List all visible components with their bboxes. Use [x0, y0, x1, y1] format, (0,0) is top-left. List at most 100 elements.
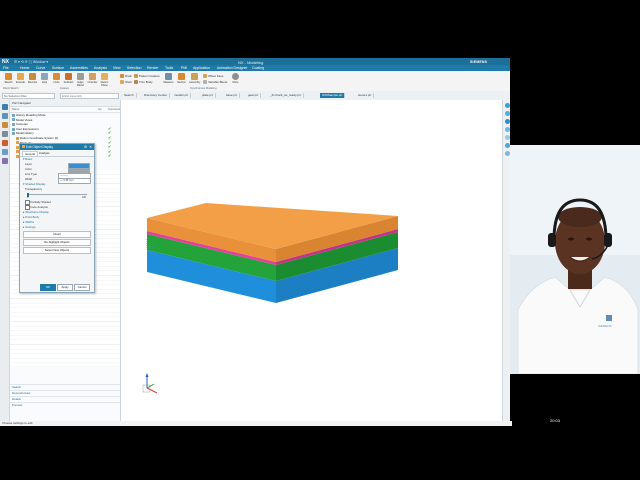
- tab-plate[interactable]: plate.prt: [200, 93, 216, 98]
- column-up[interactable]: Up: [98, 107, 102, 112]
- menu-tools[interactable]: Tools: [165, 66, 173, 70]
- section-icon: [178, 73, 185, 80]
- assembly-navigator-icon[interactable]: [1, 113, 8, 119]
- width-select[interactable]: — 0.35 mm: [58, 177, 91, 184]
- tab-nx9sample[interactable]: NX9Sample.prt: [320, 93, 346, 98]
- tab-fix-block[interactable]: _fix block_as_ready.prt: [268, 93, 304, 98]
- select-new-objects-button[interactable]: Select New Objects: [23, 247, 91, 254]
- datum-csys-icon: [16, 136, 19, 140]
- shirt-logo-icon: [606, 315, 612, 321]
- trim-body-icon: [134, 80, 138, 85]
- inherit-button[interactable]: Inherit: [23, 231, 91, 238]
- draft-icon: [120, 74, 124, 79]
- menu-curve[interactable]: Curve: [36, 66, 45, 70]
- cancel-button[interactable]: Cancel: [74, 284, 90, 291]
- graphics-window[interactable]: [121, 100, 502, 421]
- hole-button[interactable]: Hole: [39, 73, 50, 89]
- menu-animation-designer[interactable]: Animation Designer: [217, 66, 248, 70]
- partially-shaded-checkbox[interactable]: [25, 200, 30, 205]
- offset-face-icon: [203, 74, 207, 79]
- transparency-slider[interactable]: [27, 192, 87, 197]
- resource-bar: [0, 100, 10, 421]
- datum-plane-button[interactable]: Datum Plane: [99, 73, 110, 89]
- revolve-button[interactable]: Revolve: [27, 73, 38, 89]
- pattern-feature-tool[interactable]: Pattern Feature: [134, 74, 160, 79]
- column-name[interactable]: Name: [12, 107, 19, 112]
- settings-icon[interactable]: [504, 127, 510, 132]
- pattern-feature-label: Pattern Feature: [139, 74, 160, 78]
- offset-face-label: Offset Face: [208, 74, 224, 78]
- tab-base[interactable]: base.prt: [224, 93, 240, 98]
- menu-assemblies[interactable]: Assemblies: [70, 66, 88, 70]
- rehighlight-objects-button[interactable]: Re-highlight Objects: [23, 239, 91, 246]
- edit-object-display-dialog: Edit Object Display ⚙ ✕ General Analysis…: [19, 143, 95, 293]
- menu-selection[interactable]: Selection: [127, 66, 141, 70]
- shell-tool[interactable]: Shell: [120, 80, 132, 85]
- apply-button[interactable]: Apply: [57, 284, 73, 291]
- history-icon[interactable]: [1, 140, 8, 146]
- quick-access-toolbar[interactable]: ☰ ▾ ⟲ ⟳ ▢ Window ▾: [14, 60, 48, 64]
- tree-row-label: User Expressions: [16, 126, 39, 131]
- column-comment[interactable]: Comment: [108, 107, 120, 112]
- unite-icon: [53, 73, 60, 80]
- menu-coating[interactable]: Coating: [252, 66, 264, 70]
- extrude-icon: [17, 73, 24, 80]
- datum-plane-label: Datum Plane: [100, 81, 109, 87]
- reuse-library-icon[interactable]: [1, 131, 8, 137]
- draft-label: Draft: [125, 74, 132, 78]
- menu-file[interactable]: File: [3, 66, 9, 70]
- tab-stone1[interactable]: stone1.prt: [356, 93, 375, 98]
- group-label-direct-sketch: Direct Sketch: [3, 86, 19, 90]
- menu-surface[interactable]: Surface: [52, 66, 64, 70]
- revolve-icon: [29, 73, 36, 80]
- section-button[interactable]: Section: [176, 73, 187, 89]
- assembly-label: Assembly: [189, 81, 201, 84]
- panel-preview[interactable]: Preview: [10, 402, 120, 408]
- face-analysis-checkbox[interactable]: [25, 205, 30, 210]
- check-icon: ✔: [108, 153, 112, 159]
- part-navigator-icon[interactable]: [1, 104, 8, 110]
- menu-render[interactable]: Render: [147, 66, 158, 70]
- layer-icon[interactable]: [504, 135, 510, 140]
- tab-gear[interactable]: gear.prt: [246, 93, 262, 98]
- web-browser-icon[interactable]: [1, 149, 8, 155]
- menu-application[interactable]: Application: [193, 66, 210, 70]
- tab-general[interactable]: General: [22, 151, 38, 156]
- view-icon[interactable]: [504, 119, 510, 124]
- constraint-navigator-icon[interactable]: [1, 122, 8, 128]
- view-triad-icon: [142, 373, 158, 394]
- help-icon[interactable]: [504, 103, 510, 108]
- more-icon: [232, 73, 239, 80]
- menu-pmi[interactable]: PMI: [181, 66, 187, 70]
- section-settings[interactable]: ▸ Settings: [20, 225, 94, 230]
- measure-button[interactable]: Measure: [163, 73, 174, 89]
- tab-search[interactable]: Search: [122, 93, 137, 98]
- menu-view[interactable]: View: [113, 66, 121, 70]
- info-icon[interactable]: [504, 111, 510, 116]
- offset-face-tool[interactable]: Offset Face: [203, 74, 223, 79]
- edge-blend-button[interactable]: Edge Blend: [75, 73, 86, 89]
- tab-analysis[interactable]: Analysis: [37, 151, 51, 155]
- tree-row-label: Model Views: [16, 117, 33, 122]
- linetype-label: Line Type: [25, 172, 38, 176]
- chamfer-button[interactable]: Chamfer: [87, 73, 98, 89]
- shell-icon: [120, 80, 124, 85]
- tab-discovery-center[interactable]: Discovery Center: [142, 93, 171, 98]
- filter-icon[interactable]: [504, 143, 510, 148]
- selection-filter-dropdown[interactable]: No Selection Filter: [2, 93, 55, 99]
- roles-icon[interactable]: [1, 158, 8, 164]
- trim-body-tool[interactable]: Trim Body: [134, 80, 153, 85]
- model-viewport[interactable]: [121, 100, 502, 421]
- zoom-icon[interactable]: [504, 151, 510, 156]
- more-button[interactable]: More: [230, 73, 241, 89]
- face-analysis-row[interactable]: Face Analysis: [20, 205, 94, 210]
- ok-button[interactable]: OK: [40, 284, 56, 291]
- variable-blend-tool[interactable]: Variable Blend: [203, 80, 227, 85]
- tab-model1[interactable]: model1.prt: [172, 93, 192, 98]
- presenter-webcam: SIEMENS: [510, 145, 640, 374]
- menu-home[interactable]: Home: [20, 66, 29, 70]
- draft-tool[interactable]: Draft: [120, 74, 132, 79]
- menu-analysis[interactable]: Analysis: [94, 66, 107, 70]
- assembly-filter-dropdown[interactable]: Entire Assembly: [60, 93, 119, 99]
- datum-plane-icon: [101, 73, 108, 80]
